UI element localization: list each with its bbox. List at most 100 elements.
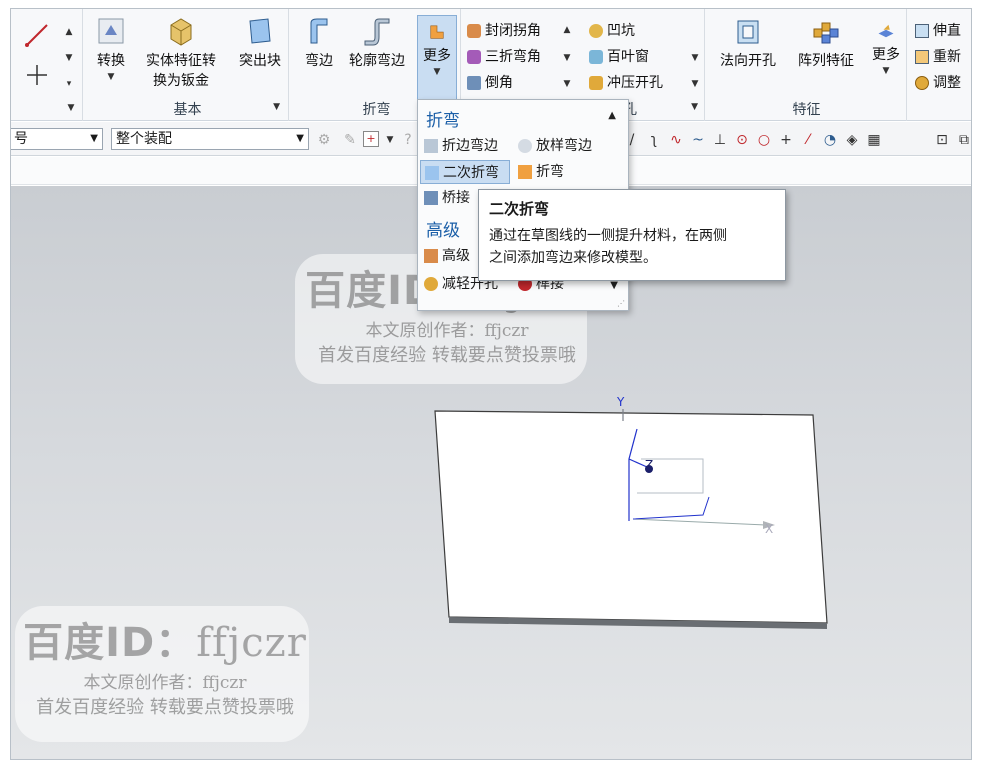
pattern-feature-label: 阵列特征 — [798, 53, 854, 69]
snap-wave-icon[interactable]: ~ — [689, 131, 707, 149]
punch-group-dropdown-icon[interactable]: ▼ — [691, 102, 698, 112]
snap-point-icon[interactable]: + — [777, 131, 795, 149]
basic-group: 转换 ▼ 实体特征转 换为钣金 突出块 基本 ▼ — [87, 9, 289, 121]
closed-corner-button[interactable]: 封闭拐角 — [467, 19, 541, 43]
x-axis-label: X — [765, 522, 774, 536]
menu-item-lofted-flange[interactable]: 放样弯边 — [514, 134, 592, 158]
hem-flange-icon — [424, 139, 438, 153]
view-icon[interactable]: ⧉ — [955, 131, 971, 149]
snap-spline-icon[interactable]: ∿ — [667, 131, 685, 149]
gallery-up-icon[interactable]: ▲ — [63, 25, 75, 39]
filter-icon[interactable]: ⚙ — [315, 131, 333, 149]
gallery-down-icon[interactable]: ▼ — [63, 51, 75, 65]
adjust-button[interactable]: 调整 — [915, 71, 961, 95]
menu-item-bridge[interactable]: 桥接 — [420, 186, 470, 210]
watermark-bottom: 百度ID：ffjczr 本文原创作者：ffjczr 首发百度经验 转载要点赞投票… — [23, 620, 307, 718]
nx-window: ▲ ▼ ▾ ▼ 转换 ▼ 实体特征转 换为钣金 突出块 基本 ▼ 弯边 轮廓弯边… — [10, 8, 972, 760]
select-mode-dropdown-icon[interactable]: ▼ — [381, 131, 399, 149]
feature-more-icon — [878, 24, 894, 38]
bend-icon — [518, 165, 532, 179]
selection-scope-dropdown-icon: ▼ — [296, 133, 304, 144]
lofted-flange-icon — [518, 139, 532, 153]
point-icon[interactable] — [25, 63, 49, 87]
three-bend-corner-button[interactable]: 三折弯角 — [467, 45, 541, 69]
menu-scroll-down-icon[interactable]: ▼ — [610, 280, 618, 291]
snap-grid-icon[interactable]: ▦ — [865, 131, 883, 149]
snap-icon[interactable]: ✎ — [341, 131, 359, 149]
chamfer-button[interactable]: 倒角 — [467, 71, 513, 95]
menu-item-jog[interactable]: 二次折弯 — [420, 160, 510, 184]
snap-onlinepoint-icon[interactable]: ⁄ — [799, 131, 817, 149]
three-bend-corner-icon — [467, 50, 481, 64]
menu-section-advanced: 高级 — [426, 221, 460, 241]
basic-group-dropdown-icon[interactable]: ▼ — [273, 102, 280, 112]
flange-icon — [310, 18, 328, 44]
bend-more-button[interactable]: 更多 ▼ — [417, 15, 457, 103]
corner-down-icon[interactable]: ▼ — [561, 51, 573, 65]
menu-item-advanced[interactable]: 高级 — [420, 244, 470, 268]
menu-item-bend[interactable]: 折弯 — [514, 160, 564, 184]
sketch-tools-group: ▲ ▼ ▾ ▼ — [11, 9, 83, 121]
corner-up-icon[interactable]: ▲ — [561, 23, 573, 37]
convert-dropdown-icon: ▼ — [107, 72, 115, 82]
flange-button[interactable]: 弯边 — [297, 15, 341, 71]
solid-to-sheet-label: 实体特征转 — [146, 53, 216, 69]
lightening-hole-icon — [424, 277, 438, 291]
bend-more-icon — [430, 25, 444, 39]
punch-expand-icon[interactable]: ▼ — [689, 77, 701, 91]
drawn-cutout-button[interactable]: 冲压开孔 — [589, 71, 663, 95]
unbend-button[interactable]: 伸直 — [915, 19, 961, 43]
snap-face-icon[interactable]: ◈ — [843, 131, 861, 149]
pattern-feature-icon — [813, 22, 839, 44]
gallery-expand-icon[interactable]: ▾ — [63, 77, 75, 91]
solid-to-sheet-button[interactable]: 实体特征转 换为钣金 — [137, 15, 225, 91]
selection-scope-combo[interactable]: 整个装配 ▼ — [111, 128, 309, 150]
tab-button[interactable]: 突出块 — [235, 15, 285, 71]
tooltip-line1: 通过在草图线的一侧提升材料，在两侧 — [489, 228, 727, 244]
deselect-icon[interactable]: ? — [399, 131, 417, 149]
rebend-button[interactable]: 重新 — [915, 45, 961, 69]
louver-icon — [589, 50, 603, 64]
unbend-icon — [915, 24, 929, 38]
rebend-icon — [915, 50, 929, 64]
type-filter-combo[interactable]: 号 ▼ — [11, 128, 103, 150]
jog-icon — [425, 166, 439, 180]
bridge-icon — [424, 191, 438, 205]
pattern-feature-button[interactable]: 阵列特征 — [791, 15, 861, 71]
advanced-icon — [424, 249, 438, 263]
tooltip-line2: 之间添加弯边来修改模型。 — [489, 250, 657, 266]
menu-scroll-up-icon[interactable]: ▲ — [608, 110, 616, 121]
line-icon[interactable] — [25, 23, 49, 47]
type-filter-dropdown-icon: ▼ — [90, 133, 98, 144]
snap-curve-icon[interactable]: ʅ — [645, 131, 663, 149]
dimple-icon — [589, 24, 603, 38]
snap-center-icon[interactable]: ⊙ — [733, 131, 751, 149]
contour-flange-label: 轮廓弯边 — [349, 53, 405, 69]
normal-cutout-button[interactable]: 法向开孔 — [713, 15, 783, 71]
menu-item-hem-flange[interactable]: 折边弯边 — [420, 134, 498, 158]
louver-button[interactable]: 百叶窗 — [589, 45, 649, 69]
convert-label: 转换 — [97, 53, 125, 69]
drawn-cutout-icon — [589, 76, 603, 90]
contour-flange-button[interactable]: 轮廓弯边 — [343, 15, 411, 71]
snap-arcpoint-icon[interactable]: ◔ — [821, 131, 839, 149]
dimple-button[interactable]: 凹坑 — [589, 19, 635, 43]
group-dropdown-icon[interactable]: ▼ — [65, 101, 77, 115]
zoom-icon[interactable]: ⊡ — [933, 131, 951, 149]
tooltip-title: 二次折弯 — [489, 200, 550, 218]
y-axis-label: Y — [617, 395, 625, 409]
corner-expand-icon[interactable]: ▼ — [561, 77, 573, 91]
tab-icon — [249, 18, 271, 44]
feature-more-dropdown-icon: ▼ — [882, 66, 890, 76]
menu-resize-grip-icon[interactable]: ⋰ — [617, 299, 625, 308]
snap-quadrant-icon[interactable]: ○ — [755, 131, 773, 149]
normal-cutout-label: 法向开孔 — [720, 53, 776, 69]
punch-down-icon[interactable]: ▼ — [689, 51, 701, 65]
jog-tooltip: 二次折弯 通过在草图线的一侧提升材料，在两侧 之间添加弯边来修改模型。 — [478, 189, 786, 281]
select-mode-icon[interactable]: + — [363, 131, 379, 147]
normal-cutout-icon — [737, 20, 759, 44]
snap-intersect-icon[interactable]: ⊥ — [711, 131, 729, 149]
convert-button[interactable]: 转换 ▼ — [93, 15, 129, 83]
feature-more-button[interactable]: 更多 ▼ — [867, 15, 905, 77]
menu-section-bend: 折弯 — [426, 111, 460, 131]
